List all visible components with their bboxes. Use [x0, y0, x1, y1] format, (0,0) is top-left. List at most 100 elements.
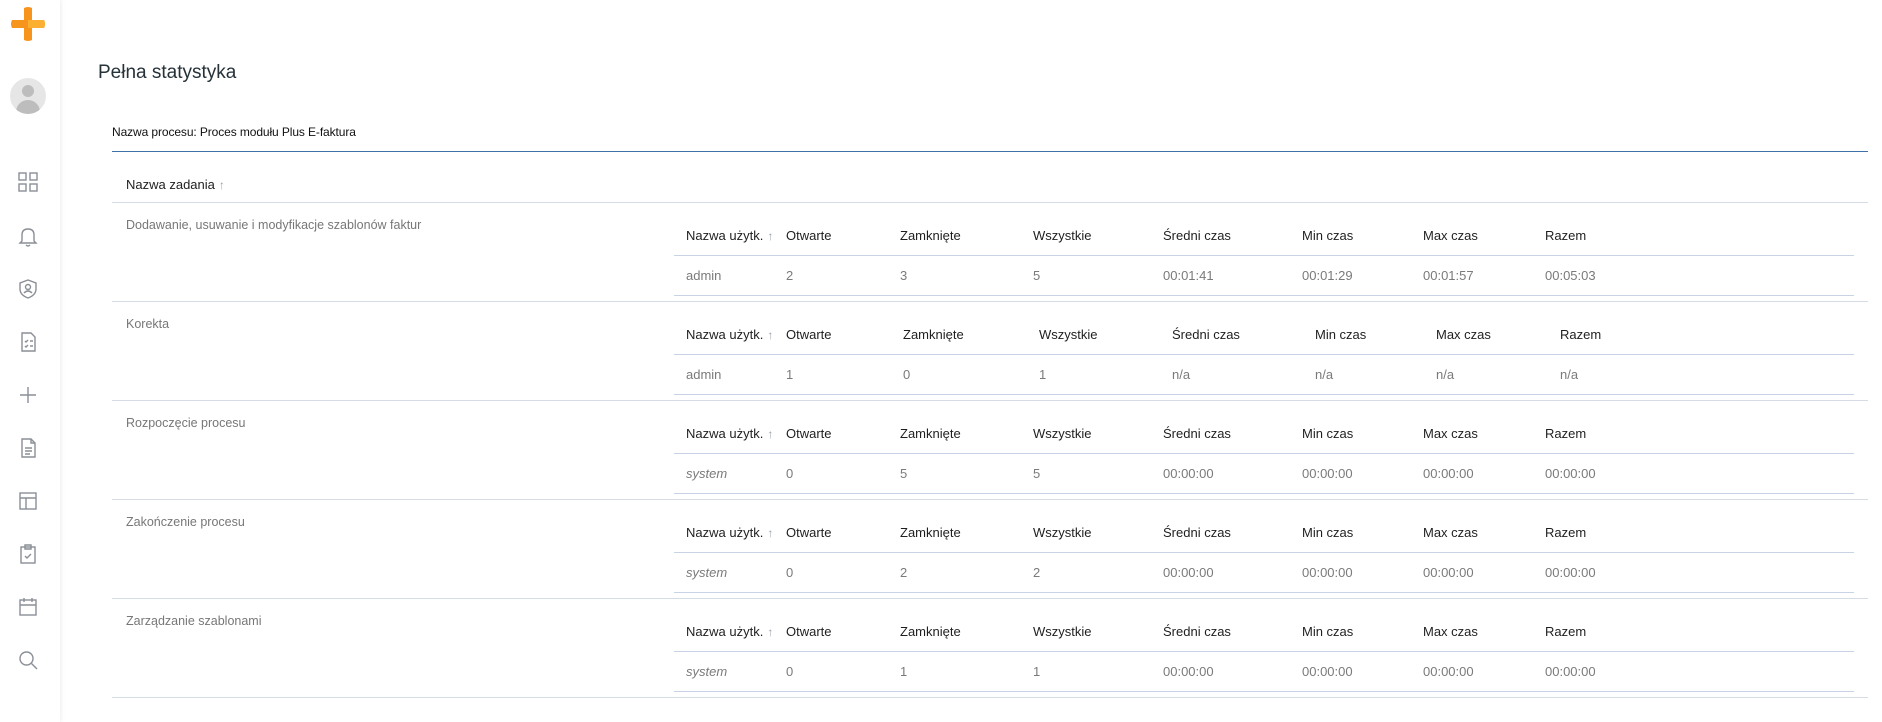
- search-icon[interactable]: [17, 649, 39, 671]
- opened-count: 0: [786, 565, 794, 580]
- user-name: admin: [686, 367, 722, 382]
- max-time-column-header: Max czas: [1423, 228, 1478, 243]
- column-header-label: Średni czas: [1163, 525, 1231, 540]
- sort-arrow-icon[interactable]: ↑: [767, 625, 773, 639]
- stats-data-row: admin 2 3 5 00:01:41 00:01:29 00:01:57 00:05:03: [674, 256, 1854, 296]
- column-header-label: Zamknięte: [900, 624, 961, 639]
- all-count: 5: [1033, 466, 1041, 481]
- shield-user-icon[interactable]: [17, 278, 39, 300]
- total-column-header: Razem: [1545, 426, 1586, 441]
- sort-arrow-icon[interactable]: ↑: [767, 526, 773, 540]
- user-avatar[interactable]: [10, 78, 46, 114]
- total-time: 00:05:03: [1545, 268, 1596, 283]
- plus-logo[interactable]: [10, 6, 46, 42]
- all-column-header: Wszystkie: [1033, 624, 1092, 639]
- task-name-column-header[interactable]: Nazwa zadania ↑: [126, 177, 225, 192]
- user-column-header[interactable]: Nazwa użytk. ↑: [686, 624, 773, 639]
- stats-data-row: system 0 2 2 00:00:00 00:00:00 00:00:00 00:00:0…: [674, 553, 1854, 593]
- avg-time-column-header: Średni czas: [1163, 525, 1231, 540]
- sort-arrow-icon[interactable]: ↑: [219, 178, 225, 192]
- column-header-label: Min czas: [1315, 327, 1367, 342]
- avg-time: 00:00:00: [1163, 565, 1214, 580]
- tasks-table-header: Nazwa zadania ↑: [112, 167, 1868, 203]
- page-title: Pełna statystyka: [98, 62, 237, 83]
- dashboard-icon[interactable]: [17, 171, 39, 193]
- layout-icon[interactable]: [17, 490, 39, 512]
- column-header-label: Min czas: [1302, 525, 1354, 540]
- user-column-header[interactable]: Nazwa użytk. ↑: [686, 426, 773, 441]
- column-header-label: Zamknięte: [900, 228, 961, 243]
- column-header-label: Wszystkie: [1033, 624, 1092, 639]
- user-name: system: [686, 466, 728, 481]
- user-column-header[interactable]: Nazwa użytk. ↑: [686, 228, 773, 243]
- user-name: system: [686, 664, 728, 679]
- max-time: n/a: [1436, 367, 1455, 382]
- column-header-label: Max czas: [1423, 525, 1478, 540]
- closed-count: 2: [900, 565, 908, 580]
- sort-arrow-icon[interactable]: ↑: [767, 328, 773, 342]
- closed-column-header: Zamknięte: [900, 624, 961, 639]
- task-row: Dodawanie, usuwanie i modyfikacje szablo…: [112, 204, 1868, 302]
- column-header-label: Wszystkie: [1033, 228, 1092, 243]
- opened-count: 2: [786, 268, 794, 283]
- min-time-column-header: Min czas: [1302, 525, 1353, 540]
- plus-icon[interactable]: [17, 384, 39, 406]
- closed-count: 5: [900, 466, 908, 481]
- task-list-icon[interactable]: [17, 331, 39, 353]
- avg-time-column-header: Średni czas: [1163, 624, 1231, 639]
- opened-column-header: Otwarte: [786, 327, 832, 342]
- all-column-header: Wszystkie: [1039, 327, 1098, 342]
- max-time: 00:00:00: [1423, 466, 1474, 481]
- column-header-label: Otwarte: [786, 327, 832, 342]
- user-column-header[interactable]: Nazwa użytk. ↑: [686, 327, 773, 342]
- avg-time: n/a: [1172, 367, 1191, 382]
- column-header-label: Nazwa użytk.: [686, 228, 764, 243]
- column-header-label: Max czas: [1423, 228, 1478, 243]
- bell-icon[interactable]: [17, 225, 39, 247]
- max-time: 00:01:57: [1423, 268, 1474, 283]
- task-stats-table: Nazwa użytk. ↑ Otwarte Zamknięte Wszystkie Śr…: [674, 216, 1854, 296]
- task-row: Rozpoczęcie procesu Nazwa użytk. ↑ Otwarte Z…: [112, 402, 1868, 500]
- min-time: 00:00:00: [1302, 664, 1353, 679]
- column-header-label: Otwarte: [786, 228, 832, 243]
- sort-arrow-icon[interactable]: ↑: [767, 229, 773, 243]
- column-header-label: Średni czas: [1163, 624, 1231, 639]
- column-header-label: Nazwa użytk.: [686, 624, 764, 639]
- clipboard-check-icon[interactable]: [17, 543, 39, 565]
- column-header-label: Razem: [1545, 525, 1587, 540]
- task-row: Zakończenie procesu Nazwa użytk. ↑ Otwarte Z…: [112, 501, 1868, 599]
- column-header-label: Średni czas: [1172, 327, 1240, 342]
- calendar-icon[interactable]: [17, 596, 39, 618]
- avg-time-column-header: Średni czas: [1172, 327, 1240, 342]
- opened-count: 0: [786, 664, 794, 679]
- column-header-label: Nazwa użytk.: [686, 327, 764, 342]
- column-header-label: Wszystkie: [1033, 525, 1092, 540]
- document-icon[interactable]: [17, 437, 39, 459]
- max-time-column-header: Max czas: [1436, 327, 1491, 342]
- min-time: n/a: [1315, 367, 1334, 382]
- max-time-column-header: Max czas: [1423, 426, 1478, 441]
- total-time: n/a: [1560, 367, 1579, 382]
- user-column-header[interactable]: Nazwa użytk. ↑: [686, 525, 773, 540]
- column-header-label: Średni czas: [1163, 228, 1231, 243]
- total-column-header: Razem: [1560, 327, 1601, 342]
- max-time: 00:00:00: [1423, 565, 1474, 580]
- column-header-label: Razem: [1545, 624, 1587, 639]
- process-divider: [112, 151, 1868, 152]
- max-time-column-header: Max czas: [1423, 624, 1478, 639]
- total-time: 00:00:00: [1545, 466, 1596, 481]
- column-header-label: Min czas: [1302, 624, 1354, 639]
- closed-column-header: Zamknięte: [900, 525, 961, 540]
- task-row: Zarządzanie szablonami Nazwa użytk. ↑ Otwar…: [112, 600, 1868, 698]
- column-header-label: Otwarte: [786, 624, 832, 639]
- closed-column-header: Zamknięte: [900, 426, 961, 441]
- closed-column-header: Zamknięte: [900, 228, 961, 243]
- all-column-header: Wszystkie: [1033, 228, 1092, 243]
- max-time-column-header: Max czas: [1423, 525, 1478, 540]
- all-count: 1: [1033, 664, 1041, 679]
- task-name: Korekta: [126, 317, 170, 331]
- opened-column-header: Otwarte: [786, 525, 832, 540]
- task-name-header-label: Nazwa zadania: [126, 177, 215, 192]
- sort-arrow-icon[interactable]: ↑: [767, 427, 773, 441]
- avg-time-column-header: Średni czas: [1163, 426, 1231, 441]
